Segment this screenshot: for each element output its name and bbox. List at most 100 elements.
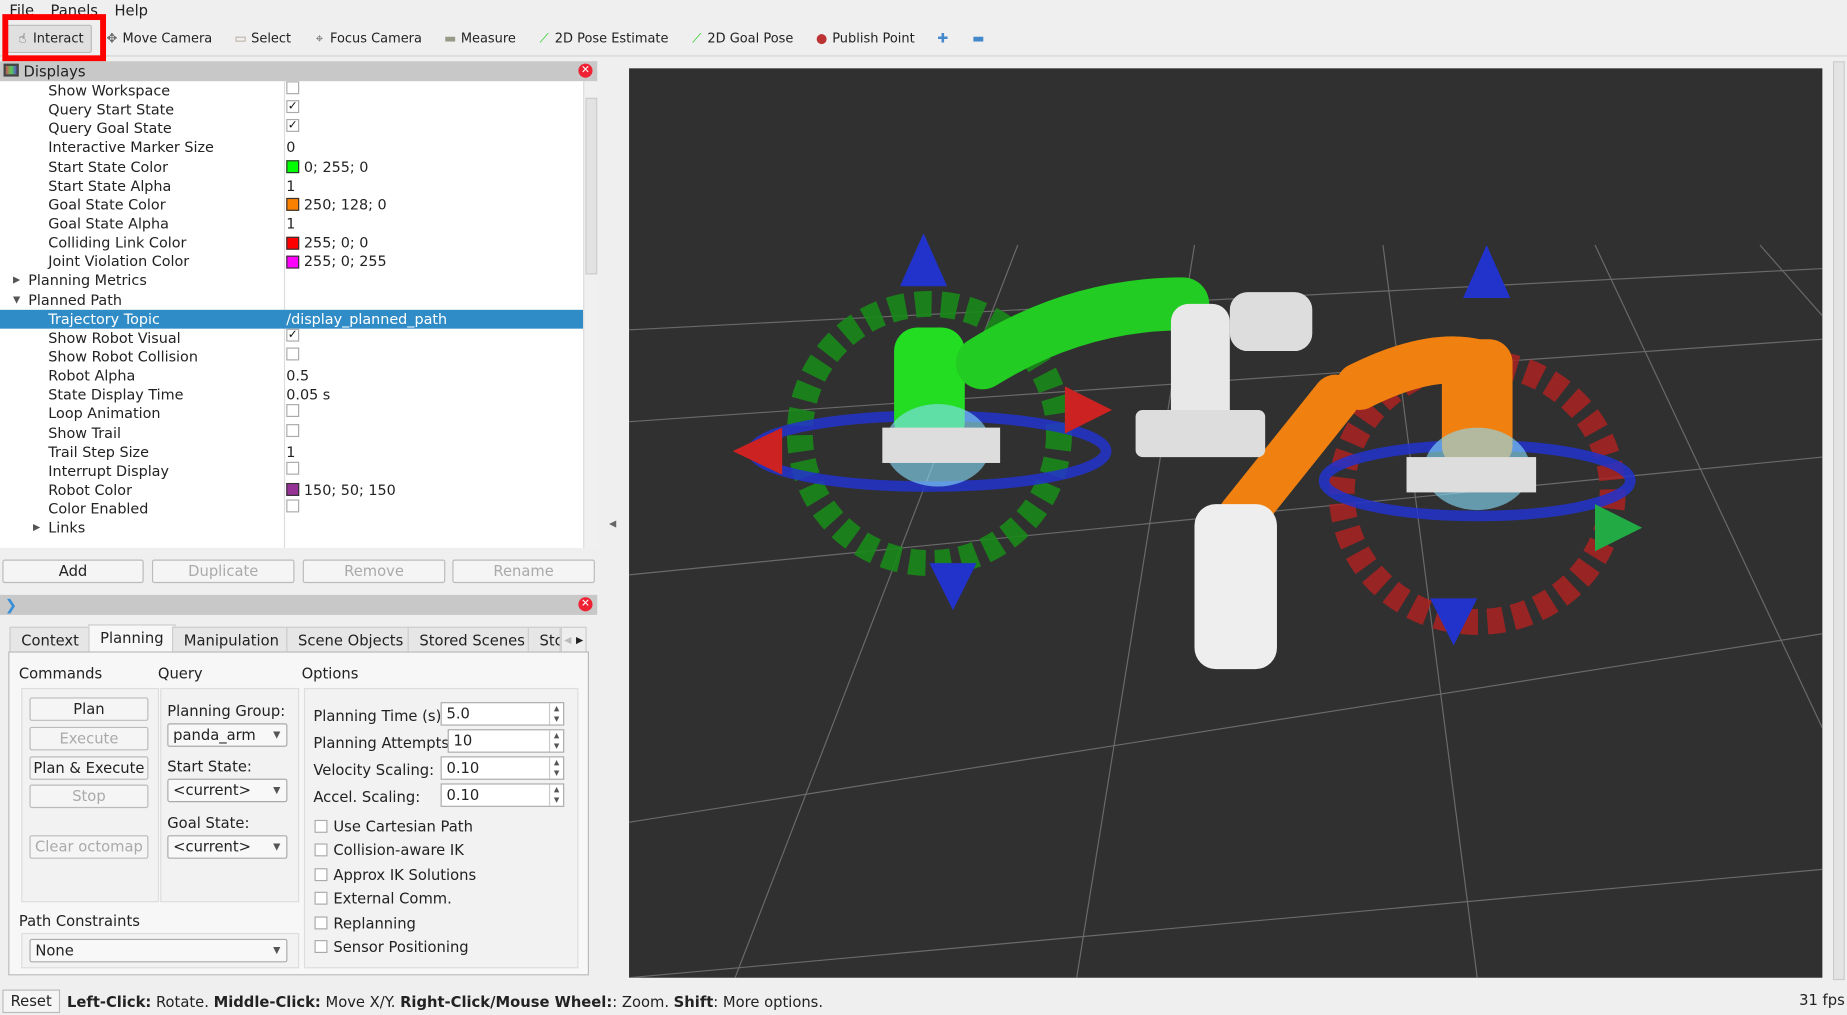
display-property-row[interactable]: Robot Color 150; 50; 150: [0, 481, 583, 500]
property-value[interactable]: 0: [286, 138, 295, 157]
tab-stored-scenes[interactable]: Stored Scenes: [407, 626, 537, 653]
display-property-row[interactable]: Joint Violation Color 255; 0; 255: [0, 252, 583, 271]
checkbox-unchecked[interactable]: [286, 423, 300, 437]
clear-octomap-button[interactable]: Clear octomap: [29, 835, 149, 859]
accel-scaling-spinbox[interactable]: 0.10 ▲ ▼: [440, 783, 565, 807]
checkbox-unchecked[interactable]: [314, 940, 328, 954]
property-value[interactable]: 250; 128; 0: [286, 195, 387, 214]
display-property-row[interactable]: ▶ Links: [0, 519, 583, 538]
checkbox-unchecked[interactable]: [314, 916, 328, 929]
rename-button[interactable]: Rename: [452, 559, 595, 584]
checkbox-unchecked[interactable]: [314, 891, 328, 905]
right-dock-scrollbar[interactable]: [1830, 61, 1847, 981]
collapse-left-icon[interactable]: ◀: [609, 518, 616, 529]
option-use-cartesian-path[interactable]: Use Cartesian Path: [314, 818, 473, 835]
display-property-row[interactable]: Show Workspace: [0, 81, 583, 100]
option-sensor-positioning[interactable]: Sensor Positioning: [314, 938, 469, 955]
display-property-row[interactable]: Show Trail: [0, 423, 583, 443]
spin-arrows-icon[interactable]: ▲ ▼: [548, 757, 563, 779]
property-value[interactable]: [286, 499, 300, 513]
tool-publish-point[interactable]: ● Publish Point: [806, 24, 923, 52]
display-property-row[interactable]: ▼ Planned Path: [0, 290, 583, 309]
start-state-select[interactable]: <current> ▼: [167, 778, 288, 803]
checkbox-checked[interactable]: ✓: [286, 328, 300, 342]
execute-button[interactable]: Execute: [29, 726, 149, 751]
property-value[interactable]: ✓: [286, 100, 300, 114]
menu-help[interactable]: Help: [114, 0, 148, 21]
tab-scene-objects[interactable]: Scene Objects: [286, 626, 416, 653]
property-value[interactable]: [286, 81, 300, 95]
checkbox-checked[interactable]: ✓: [286, 100, 300, 114]
tab-scroll-buttons[interactable]: ◀ ▶: [560, 626, 587, 653]
tool-focus-camera[interactable]: ⌖ Focus Camera: [304, 24, 430, 52]
display-property-row[interactable]: Start State Color 0; 255; 0: [0, 157, 583, 176]
displays-scrollbar[interactable]: [583, 81, 598, 548]
property-value[interactable]: [286, 404, 300, 418]
color-swatch[interactable]: [286, 160, 300, 174]
checkbox-unchecked[interactable]: [286, 499, 300, 513]
remove-button[interactable]: Remove: [302, 559, 446, 584]
checkbox-unchecked[interactable]: [286, 81, 300, 95]
checkbox-unchecked[interactable]: [314, 843, 328, 857]
tool-2d-pose-estimate[interactable]: ⟋ 2D Pose Estimate: [529, 24, 677, 52]
option-approx-ik-solutions[interactable]: Approx IK Solutions: [314, 866, 476, 883]
property-value[interactable]: 255; 0; 0: [286, 233, 368, 252]
display-property-row[interactable]: Interrupt Display: [0, 461, 583, 481]
color-swatch[interactable]: [286, 483, 300, 497]
velocity-scaling-spinbox[interactable]: 0.10 ▲ ▼: [440, 756, 565, 780]
path-constraints-select[interactable]: None ▼: [29, 938, 288, 963]
tool-select[interactable]: ▭ Select: [225, 24, 299, 52]
display-property-row[interactable]: Query Start State ✓: [0, 100, 583, 119]
stop-button[interactable]: Stop: [29, 784, 149, 809]
spin-arrows-icon[interactable]: ▲ ▼: [548, 730, 563, 752]
checkbox-unchecked[interactable]: [286, 461, 300, 475]
tab-manipulation[interactable]: Manipulation: [171, 626, 291, 653]
planning-attempts-spinbox[interactable]: 10 ▲ ▼: [447, 729, 565, 753]
property-value[interactable]: 1: [286, 214, 295, 233]
display-property-row[interactable]: Goal State Alpha 1: [0, 214, 583, 233]
property-value[interactable]: [286, 347, 300, 361]
3d-viewport[interactable]: [629, 68, 1823, 978]
display-property-row[interactable]: Show Robot Visual ✓: [0, 328, 583, 347]
add-button[interactable]: Add: [2, 559, 144, 584]
duplicate-button[interactable]: Duplicate: [151, 559, 295, 584]
spin-arrows-icon[interactable]: ▲ ▼: [548, 784, 563, 806]
chevron-right-icon[interactable]: ▶: [576, 634, 583, 645]
display-property-row[interactable]: Query Goal State ✓: [0, 119, 583, 138]
display-property-row[interactable]: Color Enabled: [0, 499, 583, 519]
tab-context[interactable]: Context: [9, 626, 91, 653]
planning-group-select[interactable]: panda_arm ▼: [167, 723, 288, 747]
plan-and-execute-button[interactable]: Plan & Execute: [29, 756, 149, 780]
collapsed-arrow-icon[interactable]: ▶: [13, 271, 20, 290]
display-property-row[interactable]: State Display Time 0.05 s: [0, 386, 583, 405]
expanded-arrow-icon[interactable]: ▼: [13, 290, 20, 309]
close-icon[interactable]: ✕: [578, 597, 593, 612]
display-property-row[interactable]: Loop Animation: [0, 404, 583, 424]
option-external-comm-[interactable]: External Comm.: [314, 890, 452, 907]
tool-2d-goal-pose[interactable]: ⟋ 2D Goal Pose: [681, 24, 801, 52]
checkbox-unchecked[interactable]: [286, 404, 300, 418]
checkbox-unchecked[interactable]: [314, 867, 328, 881]
display-property-row[interactable]: Interactive Marker Size 0: [0, 138, 583, 157]
color-swatch[interactable]: [286, 198, 300, 212]
property-value[interactable]: 150; 50; 150: [286, 481, 396, 500]
planning-time-spinbox[interactable]: 5.0 ▲ ▼: [440, 702, 565, 726]
display-property-row[interactable]: Show Robot Collision: [0, 347, 583, 366]
checkbox-checked[interactable]: ✓: [286, 119, 300, 133]
display-property-row[interactable]: Trajectory Topic/display_planned_path: [0, 309, 584, 329]
property-value[interactable]: 0.05 s: [286, 386, 330, 405]
collapsed-arrow-icon[interactable]: ▶: [33, 519, 40, 538]
property-value[interactable]: [286, 461, 300, 475]
checkbox-unchecked[interactable]: [314, 819, 328, 833]
color-swatch[interactable]: [286, 236, 300, 250]
property-value[interactable]: 255; 0; 255: [286, 252, 387, 271]
property-value[interactable]: [286, 423, 300, 437]
display-property-row[interactable]: Trail Step Size 1: [0, 443, 583, 462]
tool-plus-icon[interactable]: ✚: [928, 24, 959, 52]
display-property-row[interactable]: Colliding Link Color 255; 0; 0: [0, 233, 583, 252]
tab-stc[interactable]: Stc: [527, 626, 561, 653]
spin-arrows-icon[interactable]: ▲ ▼: [548, 703, 563, 725]
tool-move-camera[interactable]: ✥ Move Camera: [97, 24, 221, 52]
chevron-left-icon[interactable]: ◀: [564, 634, 571, 645]
property-value[interactable]: 0.5: [286, 366, 309, 385]
